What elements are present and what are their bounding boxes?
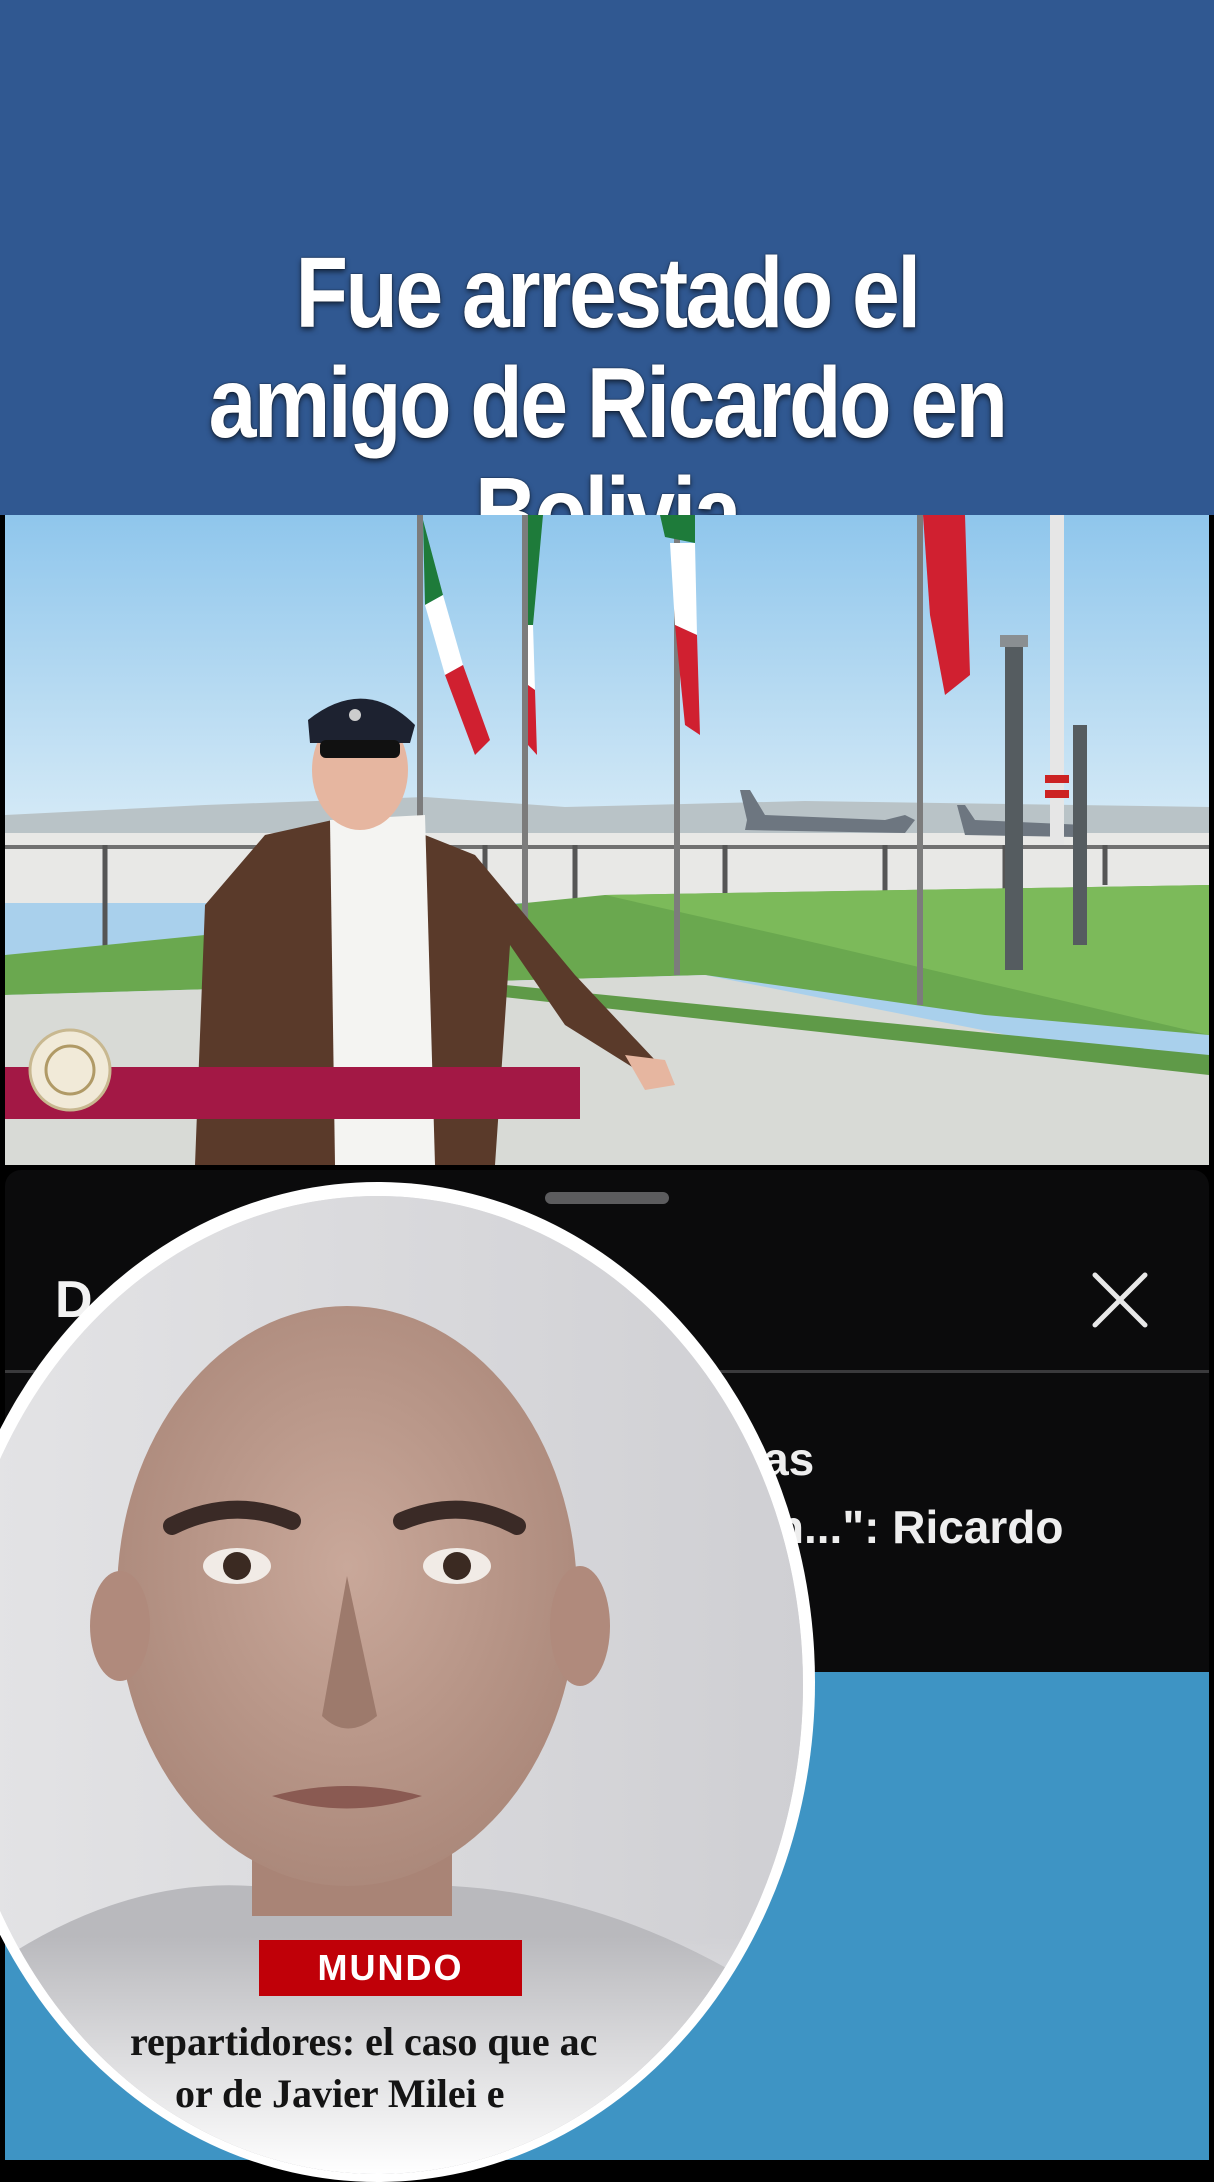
headline-line-2: or de Javier Milei e <box>175 2071 505 2116</box>
close-icon <box>1092 1272 1148 1328</box>
video-player[interactable] <box>5 515 1209 1165</box>
seal-icon <box>28 1028 112 1112</box>
close-button[interactable] <box>1085 1265 1155 1335</box>
sheet-item-line-1: nas <box>735 1433 815 1485</box>
category-badge: MUNDO <box>259 1940 522 1996</box>
sheet-drag-handle[interactable] <box>545 1192 669 1204</box>
headline-line-1: repartidores: el caso que ac <box>130 2019 598 2064</box>
article-headline: repartidores: el caso que ac or de Javie… <box>0 2018 760 2168</box>
sheet-item-line-2: ión...": Ricardo <box>735 1501 1064 1553</box>
title-banner: Fue arrestado el amigo de Ricardo en Bol… <box>0 0 1214 568</box>
sheet-list-item[interactable]: nas ión...": Ricardo <box>735 1425 1205 1561</box>
video-frame <box>5 515 1209 1165</box>
banner-title-line-1: Fue arrestado el <box>295 237 921 349</box>
